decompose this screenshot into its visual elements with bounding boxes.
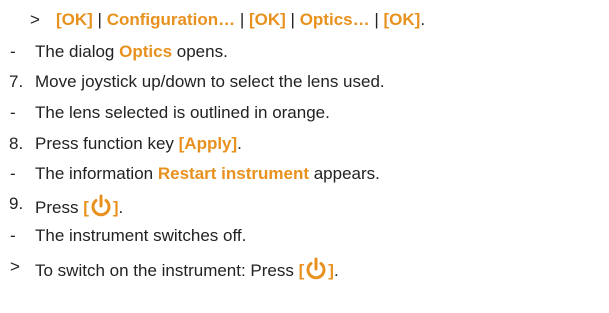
list-item: The information Restart instrument appea… — [35, 164, 380, 184]
highlighted-term: [OK] — [249, 10, 286, 29]
item-text: . — [420, 10, 426, 29]
item-text: To switch on the instrument: Press — [35, 261, 299, 280]
list-marker: > — [30, 10, 40, 29]
item-text: appears. — [308, 164, 380, 183]
item-text: | — [235, 10, 249, 29]
item-text: Move joystick up/down to select the lens… — [35, 72, 385, 91]
item-text: | — [285, 10, 300, 29]
item-text: | — [369, 10, 384, 29]
list-item: The lens selected is outlined in orange. — [35, 103, 330, 123]
item-text: . — [237, 134, 242, 153]
list-marker: - — [10, 103, 16, 122]
highlighted-term: Restart instrument — [157, 164, 309, 183]
highlighted-term: Optics — [119, 42, 173, 61]
item-text: The lens selected is outlined in orange. — [35, 103, 330, 122]
item-text: Press function key — [35, 134, 179, 153]
list-marker: 9. — [9, 194, 24, 213]
item-text: Press — [35, 198, 84, 217]
item-text: | — [92, 10, 107, 29]
list-marker: - — [10, 226, 16, 245]
list-item: Press function key [Apply]. — [35, 134, 242, 154]
item-text: . — [333, 261, 339, 280]
highlighted-term: Optics… — [299, 10, 370, 29]
list-marker: 7. — [9, 72, 24, 91]
list-marker: 8. — [9, 134, 24, 153]
power-icon — [306, 257, 326, 280]
power-icon — [91, 194, 111, 217]
list-item: To switch on the instrument: Press []. — [35, 257, 339, 281]
list-item: Press []. — [35, 194, 123, 218]
highlighted-term: [Apply] — [178, 134, 238, 153]
highlighted-term: [OK] — [56, 10, 93, 29]
list-item: Move joystick up/down to select the lens… — [35, 72, 385, 92]
list-item: The instrument switches off. — [35, 226, 246, 246]
list-item: The dialog Optics opens. — [35, 42, 228, 62]
item-text: . — [118, 198, 124, 217]
highlighted-term: [OK] — [383, 10, 421, 29]
list-marker: - — [10, 164, 16, 183]
item-text: The dialog — [35, 42, 120, 61]
list-marker: > — [10, 257, 20, 276]
highlighted-term: Configuration… — [106, 10, 236, 29]
list-item: [OK] | Configuration… | [OK] | Optics… |… — [56, 10, 425, 30]
item-text: The information — [35, 164, 158, 183]
item-text: The instrument switches off. — [35, 226, 247, 245]
list-marker: - — [10, 42, 16, 61]
item-text: opens. — [172, 42, 228, 61]
